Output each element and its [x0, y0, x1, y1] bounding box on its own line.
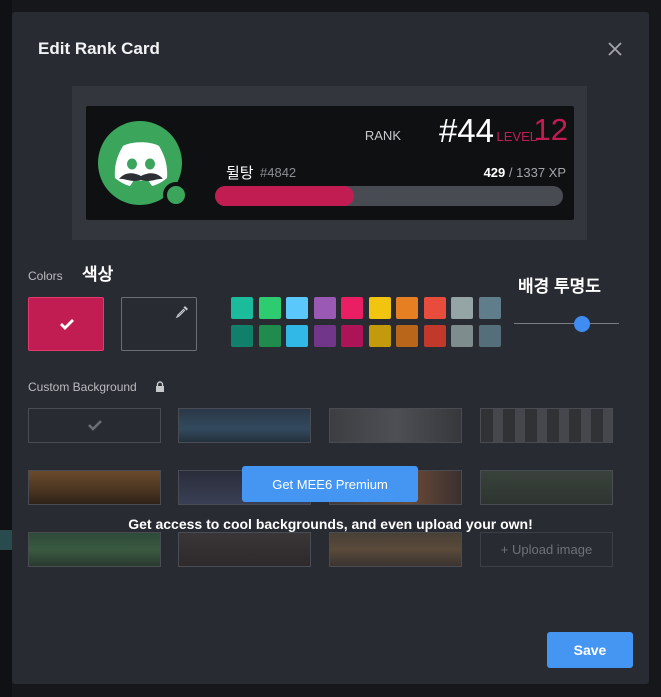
check-icon: [88, 420, 102, 431]
colors-annotation: 색상: [82, 265, 114, 284]
upload-image-button[interactable]: + Upload image: [480, 532, 613, 567]
xp-progress-fill: [215, 186, 355, 206]
xp-progress-bar: [215, 186, 563, 206]
close-button[interactable]: [604, 38, 626, 60]
color-swatch[interactable]: [258, 325, 281, 347]
discord-logo-icon: [114, 142, 168, 186]
color-swatch[interactable]: [451, 325, 473, 347]
colors-label: Colors: [28, 269, 63, 283]
color-swatch[interactable]: [368, 297, 391, 319]
slider-thumb[interactable]: [574, 316, 591, 332]
level-value: 12: [533, 112, 568, 147]
avatar: [95, 118, 189, 208]
color-swatch[interactable]: [478, 325, 501, 347]
discriminator: #4842: [260, 165, 297, 180]
close-icon: [608, 42, 622, 56]
background-tile[interactable]: [329, 532, 462, 567]
color-swatch[interactable]: [341, 297, 363, 319]
status-indicator: [163, 182, 189, 208]
color-swatch[interactable]: [451, 297, 473, 319]
color-swatch[interactable]: [368, 325, 391, 347]
check-icon: [60, 319, 74, 330]
rank-card-preview: RANK #44 LEVEL 12 뒬탕 #4842 429 / 1337 XP: [72, 86, 587, 240]
save-button[interactable]: Save: [547, 632, 633, 668]
rank-value: #44: [438, 112, 494, 149]
page-backdrop-hint: [0, 530, 12, 550]
color-swatch[interactable]: [478, 297, 501, 319]
color-swatch[interactable]: [286, 297, 308, 319]
color-palette: [231, 297, 503, 349]
background-opacity-slider[interactable]: [514, 316, 619, 332]
rank-card: RANK #44 LEVEL 12 뒬탕 #4842 429 / 1337 XP: [86, 106, 574, 220]
edit-rank-card-modal: Edit Rank Card RANK #44 LEVEL 12 뒬탕 #484…: [12, 12, 649, 684]
color-swatch[interactable]: [423, 297, 446, 319]
slider-track: [514, 323, 619, 324]
color-swatch[interactable]: [396, 325, 418, 347]
background-tile-none[interactable]: [28, 408, 161, 443]
background-tile[interactable]: [480, 470, 613, 505]
color-swatch[interactable]: [423, 325, 446, 347]
background-tile[interactable]: [28, 532, 161, 567]
color-swatch[interactable]: [231, 297, 253, 319]
color-swatch[interactable]: [231, 325, 253, 347]
background-tile[interactable]: [28, 470, 161, 505]
background-tile[interactable]: [329, 408, 462, 443]
eyedropper-icon: [175, 306, 188, 319]
color-swatch[interactable]: [258, 297, 281, 319]
custom-background-label: Custom Background: [28, 380, 137, 394]
modal-title: Edit Rank Card: [38, 39, 160, 58]
color-swatch[interactable]: [313, 297, 336, 319]
background-tile[interactable]: [480, 408, 613, 443]
xp-total: 1337 XP: [516, 165, 566, 180]
background-tile[interactable]: [178, 408, 311, 443]
level-label: LEVEL: [496, 129, 537, 144]
color-swatch[interactable]: [341, 325, 363, 347]
xp-current: 429: [483, 165, 506, 180]
rank-label: RANK: [364, 128, 401, 143]
color-swatch[interactable]: [286, 325, 308, 347]
color-swatch[interactable]: [313, 325, 336, 347]
premium-note: Get access to cool backgrounds, and even…: [128, 516, 533, 532]
username: 뒬탕: [226, 165, 254, 182]
xp-separator: /: [505, 165, 517, 180]
page-backdrop: [0, 0, 12, 697]
selected-color-swatch[interactable]: [28, 297, 104, 351]
lock-icon: [156, 381, 164, 392]
color-swatch[interactable]: [396, 297, 418, 319]
opacity-annotation: 배경 투명도: [518, 277, 601, 296]
background-tile[interactable]: [178, 532, 311, 567]
xp-readout: 429 / 1337 XP: [484, 165, 566, 180]
get-premium-button[interactable]: Get MEE6 Premium: [242, 466, 418, 502]
custom-color-picker[interactable]: [121, 297, 197, 351]
